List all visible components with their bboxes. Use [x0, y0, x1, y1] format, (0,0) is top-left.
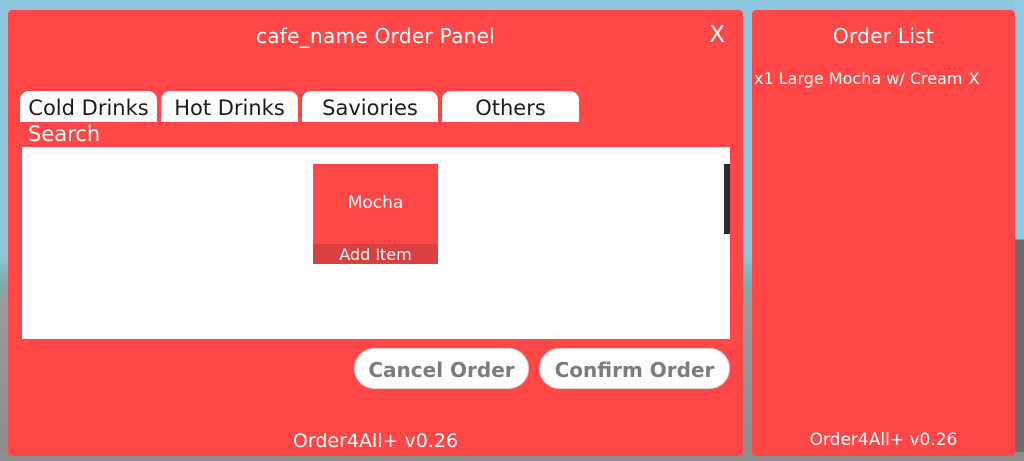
- order-entry-text: x1 Large Mocha w/ Cream: [754, 69, 963, 88]
- item-name: Mocha: [347, 193, 404, 213]
- close-button[interactable]: X: [709, 22, 725, 48]
- search-input[interactable]: Search: [28, 122, 100, 146]
- order-list-panel: Order List x1 Large Mocha w/ Cream X Orde…: [752, 10, 1015, 456]
- item-grid: Mocha Add Item: [22, 147, 730, 339]
- cancel-order-button[interactable]: Cancel Order: [354, 348, 529, 389]
- version-label: Order4All+ v0.26: [292, 430, 459, 452]
- item-grid-scrollbar[interactable]: [724, 164, 730, 234]
- confirm-order-button[interactable]: Confirm Order: [539, 348, 730, 389]
- remove-entry-button[interactable]: X: [968, 69, 979, 88]
- order-panel: cafe_name Order Panel X Cold Drinks Hot …: [8, 10, 743, 456]
- order-panel-title: cafe_name Order Panel: [255, 24, 496, 48]
- order-list-title: Order List: [832, 24, 935, 48]
- background-scenery: [1014, 0, 1024, 461]
- order-list-entry: x1 Large Mocha w/ Cream X: [754, 69, 1011, 88]
- version-label: Order4All+ v0.26: [809, 430, 958, 450]
- add-item-button[interactable]: Add Item: [313, 244, 438, 264]
- tab-cold-drinks[interactable]: Cold Drinks: [20, 91, 157, 122]
- tab-saviories[interactable]: Saviories: [302, 91, 438, 122]
- item-card-mocha[interactable]: Mocha Add Item: [313, 164, 438, 264]
- tab-others[interactable]: Others: [442, 91, 579, 122]
- tab-hot-drinks[interactable]: Hot Drinks: [161, 91, 298, 122]
